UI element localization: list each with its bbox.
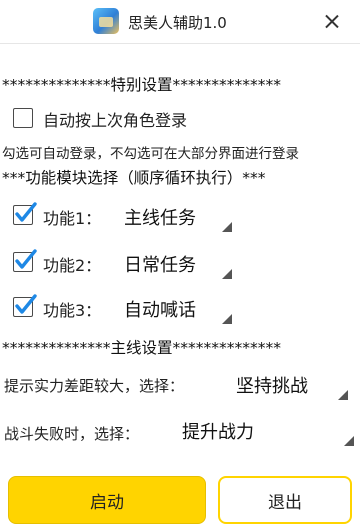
auto-login-label[interactable]: 自动按上次角色登录 (43, 107, 187, 131)
dropdown-arrow-icon (222, 314, 232, 324)
battle-fail-value: 提升战力 (182, 422, 254, 443)
power-gap-dropdown[interactable]: 坚持挑战 (226, 368, 350, 402)
checkmark-icon (15, 249, 37, 269)
function1-dropdown[interactable]: 主线任务 (114, 200, 234, 234)
close-icon[interactable] (318, 8, 346, 36)
function3-value: 自动喊话 (124, 300, 196, 321)
dropdown-arrow-icon (222, 222, 232, 232)
function2-label: 功能2： (43, 256, 102, 275)
function2-checkbox[interactable] (13, 249, 37, 272)
start-button[interactable]: 启动 (8, 476, 206, 524)
dropdown-arrow-icon (344, 436, 354, 446)
function2-value: 日常任务 (124, 255, 196, 276)
function3-dropdown[interactable]: 自动喊话 (114, 292, 234, 326)
checkmark-icon (15, 294, 37, 314)
battle-fail-label: 战斗失败时，选择： (4, 425, 140, 443)
dropdown-arrow-icon (338, 390, 348, 400)
auto-login-hint: 勾选可自动登录，不勾选可在大部分界面进行登录 (2, 146, 299, 162)
special-settings-header: **************特别设置************** (2, 76, 282, 94)
function1-label: 功能1： (43, 209, 102, 228)
checkmark-icon (15, 202, 37, 222)
dropdown-arrow-icon (222, 269, 232, 279)
title-bar: 思美人辅助1.0 (0, 0, 360, 44)
modules-header: ***功能模块选择（顺序循环执行）*** (2, 169, 266, 187)
auto-login-checkbox[interactable] (13, 108, 33, 128)
function2-dropdown[interactable]: 日常任务 (114, 247, 234, 281)
function1-checkbox[interactable] (13, 202, 37, 225)
battle-fail-dropdown[interactable]: 提升战力 (172, 414, 356, 448)
power-gap-value: 坚持挑战 (236, 376, 308, 397)
power-gap-label: 提示实力差距较大，选择： (4, 377, 185, 395)
function3-checkbox[interactable] (13, 294, 37, 317)
mainline-settings-header: **************主线设置************** (2, 339, 282, 357)
window-title: 思美人辅助1.0 (128, 14, 227, 32)
exit-button[interactable]: 退出 (218, 476, 352, 524)
app-logo-icon (93, 8, 119, 34)
function3-label: 功能3： (43, 301, 102, 320)
function1-value: 主线任务 (124, 208, 196, 229)
